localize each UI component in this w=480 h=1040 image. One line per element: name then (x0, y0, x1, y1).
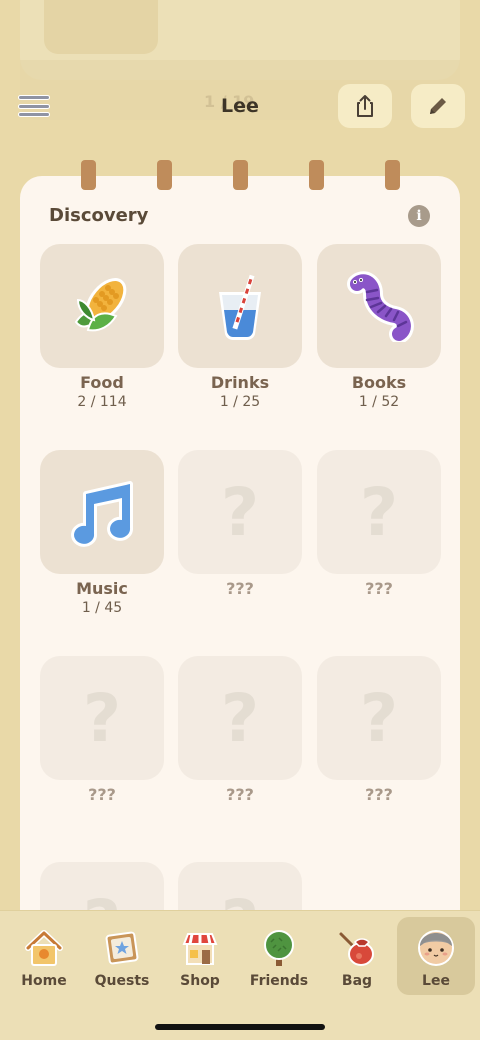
question-mark-icon: ? (220, 679, 260, 757)
nav-label: Bag (341, 973, 373, 989)
question-mark-icon: ? (359, 473, 399, 551)
locked-category-tile[interactable]: ? (317, 656, 441, 780)
question-mark-icon: ? (220, 473, 260, 551)
music-note-icon (71, 481, 134, 547)
nav-item-profile[interactable]: Lee (397, 917, 475, 995)
nav-label: Home (21, 973, 67, 989)
bottom-navigation: Home Quests Shop Friends Bag Lee (0, 910, 480, 1040)
bookworm-icon (347, 271, 414, 342)
house-icon (25, 930, 63, 966)
pencil-icon (430, 98, 446, 114)
category-count: 1 / 52 (358, 394, 400, 410)
share-icon (357, 95, 373, 117)
avatar-icon (418, 930, 454, 966)
nav-item-bag[interactable]: Bag (318, 917, 396, 995)
locked-category-tile[interactable]: ? (178, 656, 302, 780)
nav-label: Lee (422, 973, 450, 989)
question-mark-icon: ? (82, 679, 122, 757)
category-label: ??? (365, 785, 393, 804)
category-tile-food[interactable] (40, 244, 164, 368)
category-tile-books[interactable] (317, 244, 441, 368)
nav-item-quests[interactable]: Quests (83, 917, 161, 995)
nav-label: Friends (249, 973, 309, 989)
question-mark-icon: ? (359, 679, 399, 757)
tree-icon (264, 930, 294, 966)
category-label: ??? (365, 579, 393, 598)
nav-item-home[interactable]: Home (5, 917, 83, 995)
page-title: Lee (221, 95, 259, 117)
category-label: ??? (226, 579, 254, 598)
locked-category-tile[interactable]: ? (178, 450, 302, 574)
category-label: Drinks (210, 373, 270, 392)
category-count: 1 / 45 (81, 600, 123, 616)
home-indicator (155, 1024, 325, 1030)
shop-icon (182, 933, 218, 965)
edit-button[interactable] (411, 84, 465, 128)
category-tile-music[interactable] (40, 450, 164, 574)
category-label: ??? (88, 785, 116, 804)
background-card-thumbnail (44, 0, 158, 54)
category-count: 2 / 114 (77, 394, 127, 410)
notebook-rings (0, 160, 480, 190)
share-button[interactable] (338, 84, 392, 128)
category-count: 1 / 25 (219, 394, 261, 410)
locked-category-tile[interactable]: ? (40, 656, 164, 780)
category-label: Food (80, 373, 124, 392)
bag-icon (339, 932, 374, 966)
category-tile-drinks[interactable] (178, 244, 302, 368)
category-label: Books (351, 373, 407, 392)
section-title: Discovery (49, 205, 149, 226)
quest-board-icon (105, 931, 139, 965)
nav-label: Shop (180, 973, 220, 989)
discovery-notebook: Discovery i Food 2 / 114 Drinks 1 / 25 B… (20, 176, 460, 986)
category-label: ??? (226, 785, 254, 804)
nav-item-shop[interactable]: Shop (161, 917, 239, 995)
nav-label: Quests (94, 973, 150, 989)
locked-category-tile[interactable]: ? (317, 450, 441, 574)
corn-icon (74, 278, 127, 332)
drink-glass-icon (219, 274, 261, 340)
category-label: Music (76, 579, 128, 598)
nav-item-friends[interactable]: Friends (240, 917, 318, 995)
info-icon[interactable]: i (408, 205, 430, 227)
